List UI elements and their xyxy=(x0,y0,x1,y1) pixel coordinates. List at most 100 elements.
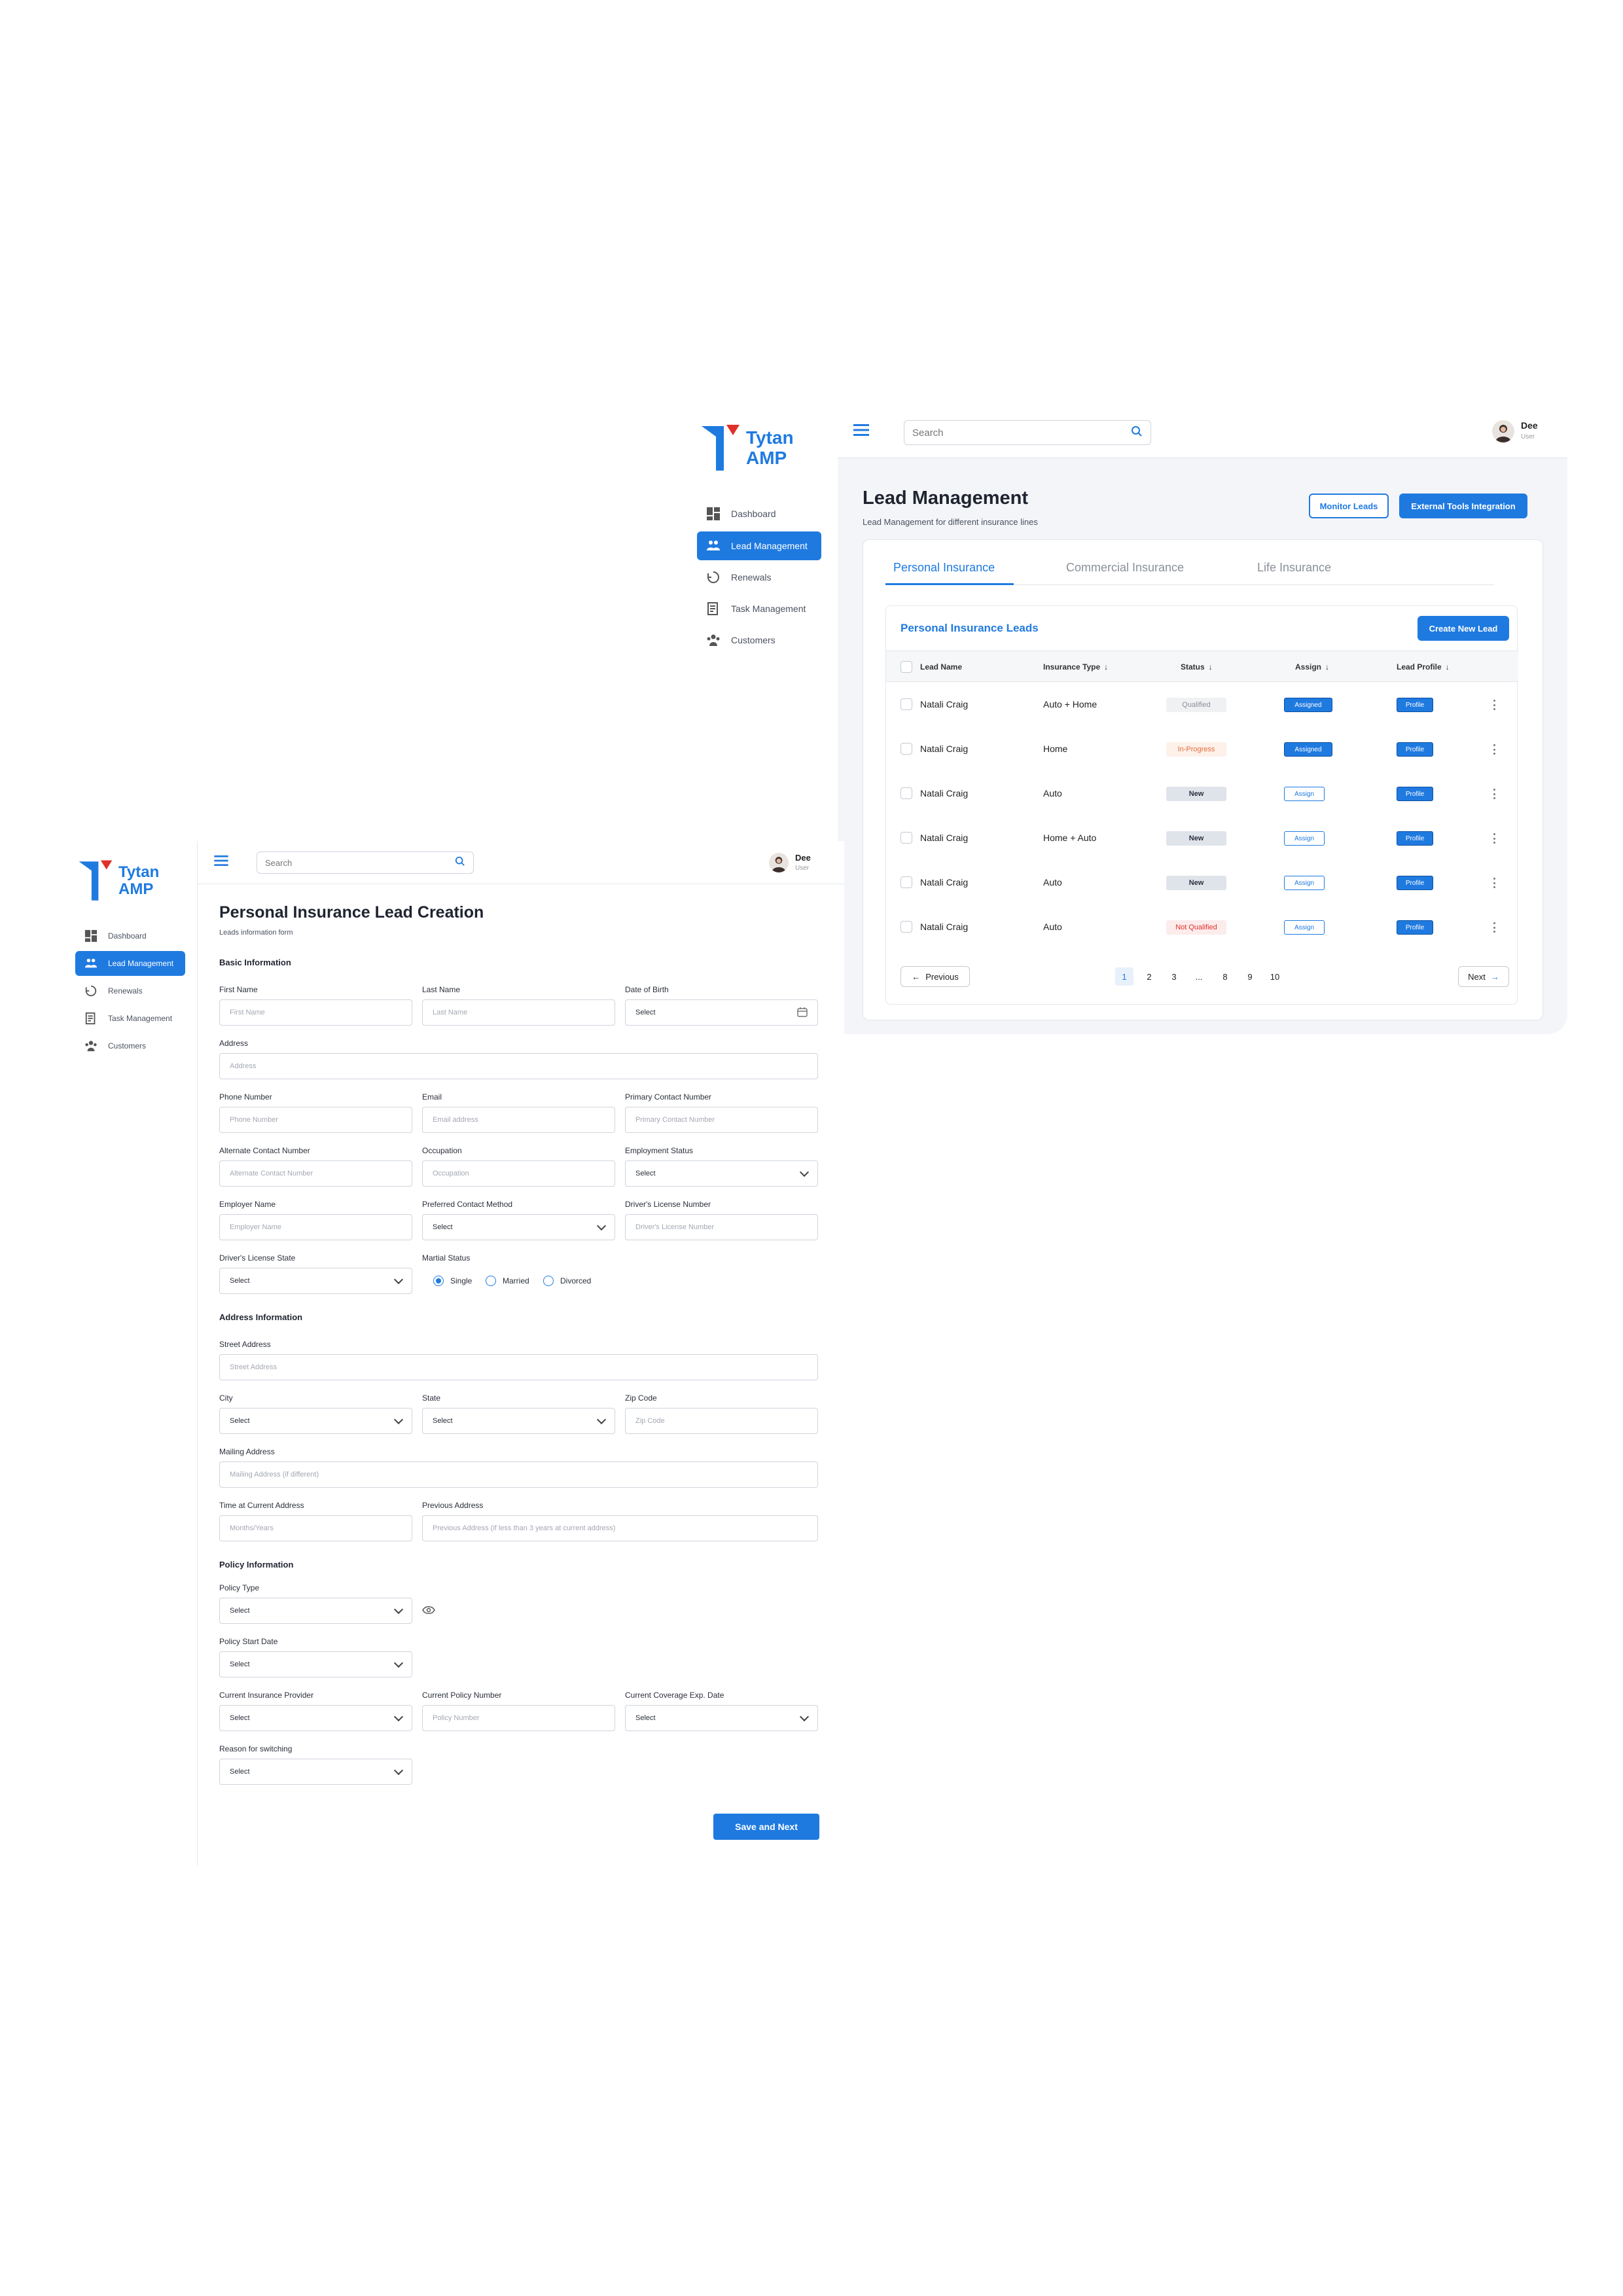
more-options-icon[interactable] xyxy=(1493,789,1495,799)
city-select[interactable]: Select xyxy=(219,1408,412,1434)
assign-button[interactable]: Assign xyxy=(1284,920,1325,935)
profile-button[interactable]: Profile xyxy=(1397,831,1433,846)
profile-button[interactable]: Profile xyxy=(1397,787,1433,801)
sidebar-item-renewals[interactable]: Renewals xyxy=(697,563,821,592)
column-header[interactable]: Status ↓ xyxy=(1181,662,1213,672)
form-title: Personal Insurance Lead Creation xyxy=(219,903,484,922)
policy-start-select[interactable]: Select xyxy=(219,1651,412,1677)
street-address-field[interactable]: Street Address xyxy=(219,1354,818,1380)
create-new-lead-button[interactable]: Create New Lead xyxy=(1418,616,1509,641)
switch-reason-select[interactable]: Select xyxy=(219,1759,412,1785)
previous-address-field[interactable]: Previous Address (if less than 3 years a… xyxy=(422,1515,818,1541)
assigned-badge[interactable]: Assigned xyxy=(1284,742,1332,757)
alternate-contact-field[interactable]: Alternate Contact Number xyxy=(219,1160,412,1187)
eye-icon[interactable] xyxy=(422,1605,435,1618)
search-icon[interactable] xyxy=(455,856,465,870)
page-number[interactable]: 3 xyxy=(1165,967,1183,986)
phone-field[interactable]: Phone Number xyxy=(219,1107,412,1133)
time-at-address-field[interactable]: Months/Years xyxy=(219,1515,412,1541)
radio-married[interactable]: Married xyxy=(486,1276,529,1286)
column-header[interactable]: Assign ↓ xyxy=(1295,662,1329,672)
page-number[interactable]: 2 xyxy=(1140,967,1158,986)
radio-single[interactable]: Single xyxy=(433,1276,472,1286)
page-number[interactable]: 10 xyxy=(1266,967,1284,986)
column-header[interactable]: Lead Profile ↓ xyxy=(1397,662,1450,672)
employment-status-select[interactable]: Select xyxy=(625,1160,818,1187)
occupation-field[interactable]: Occupation xyxy=(422,1160,615,1187)
search-input[interactable] xyxy=(912,427,1120,439)
sidebar-item-task-management[interactable]: Task Management xyxy=(75,1006,185,1031)
zip-field[interactable]: Zip Code xyxy=(625,1408,818,1434)
last-name-label: Last Name xyxy=(422,985,461,994)
row-checkbox[interactable] xyxy=(901,921,912,933)
profile-button[interactable]: Profile xyxy=(1397,876,1433,890)
renewals-icon xyxy=(706,570,721,584)
state-select[interactable]: Select xyxy=(422,1408,615,1434)
sidebar-item-dashboard[interactable]: Dashboard xyxy=(697,499,821,528)
profile-button[interactable]: Profile xyxy=(1397,742,1433,757)
sidebar-item-lead-management[interactable]: Lead Management xyxy=(697,531,821,560)
page-number[interactable]: 9 xyxy=(1241,967,1259,986)
sidebar-item-dashboard[interactable]: Dashboard xyxy=(75,924,185,948)
dob-picker[interactable]: Select xyxy=(625,999,818,1026)
address-field[interactable]: Address xyxy=(219,1053,818,1079)
search-input[interactable] xyxy=(265,857,446,868)
last-name-field[interactable]: Last Name xyxy=(422,999,615,1026)
row-checkbox[interactable] xyxy=(901,743,912,755)
chevron-down-icon xyxy=(393,1765,404,1775)
menu-icon[interactable] xyxy=(853,424,869,439)
brand-logo[interactable]: Tytan AMP xyxy=(700,422,794,475)
employer-name-field[interactable]: Employer Name xyxy=(219,1214,412,1240)
preferred-contact-select[interactable]: Select xyxy=(422,1214,615,1240)
save-and-next-button[interactable]: Save and Next xyxy=(713,1814,819,1840)
profile-button[interactable]: Profile xyxy=(1397,698,1433,712)
assign-button[interactable]: Assign xyxy=(1284,876,1325,890)
policy-type-select[interactable]: Select xyxy=(219,1598,412,1624)
license-state-select[interactable]: Select xyxy=(219,1268,412,1294)
license-number-field[interactable]: Driver's License Number xyxy=(625,1214,818,1240)
sidebar-item-task-management[interactable]: Task Management xyxy=(697,594,821,623)
row-checkbox[interactable] xyxy=(901,876,912,888)
primary-contact-field[interactable]: Primary Contact Number xyxy=(625,1107,818,1133)
more-options-icon[interactable] xyxy=(1493,833,1495,844)
coverage-exp-select[interactable]: Select xyxy=(625,1705,818,1731)
radio-divorced[interactable]: Divorced xyxy=(543,1276,591,1286)
mailing-address-field[interactable]: Mailing Address (if different) xyxy=(219,1462,818,1488)
more-options-icon[interactable] xyxy=(1493,700,1495,710)
more-options-icon[interactable] xyxy=(1493,744,1495,755)
sidebar-item-lead-management[interactable]: Lead Management xyxy=(75,951,185,976)
sidebar-item-customers[interactable]: Customers xyxy=(75,1033,185,1058)
sidebar-item-renewals[interactable]: Renewals xyxy=(75,978,185,1003)
column-header[interactable]: Insurance Type ↓ xyxy=(1043,662,1108,672)
avatar[interactable] xyxy=(1492,420,1514,442)
assign-button[interactable]: Assign xyxy=(1284,787,1325,801)
page-number[interactable]: 1 xyxy=(1115,967,1133,986)
next-page-button[interactable]: Next → xyxy=(1458,966,1509,987)
monitor-leads-button[interactable]: Monitor Leads xyxy=(1309,493,1389,518)
avatar[interactable] xyxy=(769,853,789,872)
zip-label: Zip Code xyxy=(625,1393,657,1403)
sidebar-item-customers[interactable]: Customers xyxy=(697,626,821,655)
select-all-checkbox[interactable] xyxy=(901,661,912,673)
page-number[interactable]: 8 xyxy=(1216,967,1234,986)
menu-icon[interactable] xyxy=(214,855,228,869)
previous-page-button[interactable]: ← Previous xyxy=(901,966,970,987)
profile-button[interactable]: Profile xyxy=(1397,920,1433,935)
external-tools-button[interactable]: External Tools Integration xyxy=(1399,493,1527,518)
row-checkbox[interactable] xyxy=(901,698,912,710)
assigned-badge[interactable]: Assigned xyxy=(1284,698,1332,712)
current-provider-select[interactable]: Select xyxy=(219,1705,412,1731)
tab-life-insurance[interactable]: Life Insurance xyxy=(1257,561,1331,575)
tab-personal-insurance[interactable]: Personal Insurance xyxy=(893,561,995,575)
brand-logo[interactable]: Tytan AMP xyxy=(77,858,159,904)
assign-button[interactable]: Assign xyxy=(1284,831,1325,846)
first-name-field[interactable]: First Name xyxy=(219,999,412,1026)
row-checkbox[interactable] xyxy=(901,832,912,844)
email-field[interactable]: Email address xyxy=(422,1107,615,1133)
tab-commercial-insurance[interactable]: Commercial Insurance xyxy=(1066,561,1184,575)
more-options-icon[interactable] xyxy=(1493,878,1495,888)
row-checkbox[interactable] xyxy=(901,787,912,799)
search-icon[interactable] xyxy=(1131,425,1143,440)
policy-number-field[interactable]: Policy Number xyxy=(422,1705,615,1731)
more-options-icon[interactable] xyxy=(1493,922,1495,933)
